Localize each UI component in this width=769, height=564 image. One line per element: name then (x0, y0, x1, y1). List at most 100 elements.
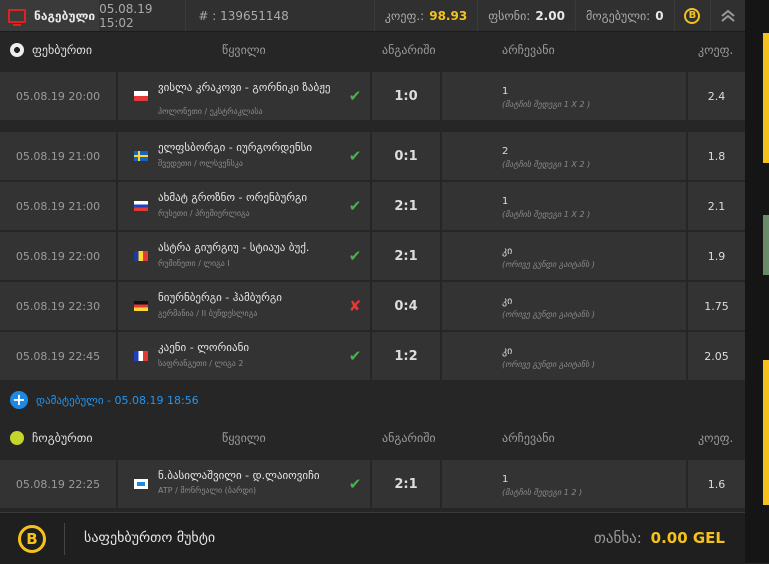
match-date: 05.08.19 20:00 (0, 72, 118, 120)
pick-market: (ორივე გუნდი გაიტანს ) (502, 310, 596, 319)
monitor-icon (8, 8, 26, 26)
lost-cross-icon: ✘ (348, 297, 362, 315)
win-label: მოგებული: (585, 8, 651, 23)
flag-poland-icon (134, 91, 148, 101)
match-date: 05.08.19 21:00 (0, 132, 118, 180)
added-bets-link[interactable]: + დამატებული - 05.08.19 18:56 (0, 380, 745, 420)
ticket-stake: ფსონი: 2.00 (478, 0, 576, 31)
promo-label: საფეხბურთო მუხტი (84, 530, 216, 546)
pick-market: (მატჩის შედეგი 1 X 2 ) (502, 160, 591, 169)
pick-market: (ორივე გუნდი გაიტანს ) (502, 360, 596, 369)
ticket-status-tab[interactable]: ნაგებული (0, 0, 100, 31)
bet-row: 05.08.19 22:00 ასტრა გიურგიუ - სტიაუა ბუ… (0, 232, 745, 281)
ticket-total: თანხა: 0.00 GEL (594, 529, 725, 547)
b-badge-icon: B (684, 7, 701, 24)
match-league: გერმანია / II ბუნდესლიგა (158, 309, 258, 318)
match-teams: ვისლა კრაკოვი - გორნიკი ზაბჟე (158, 81, 331, 94)
b-badge-icon: B (18, 525, 46, 553)
pick-odd: 1.75 (686, 282, 745, 330)
banner-stripe (763, 360, 769, 505)
pick-value: კი (502, 296, 513, 307)
pick-value: კი (502, 346, 513, 357)
match-teams: ელფსბორგი - იურგორდენსი (158, 141, 313, 154)
bet-row: 05.08.19 22:45 კაენი - ლორიანი საფრანგეთ… (0, 332, 745, 381)
col-header-pick: არჩევანი (502, 431, 555, 445)
section-header-football: ფეხბურთი წყვილი ანგარიში არჩევანი კოეფ. (0, 32, 745, 68)
added-label: დამატებული - 05.08.19 18:56 (36, 393, 199, 407)
pick-odd: 2.4 (686, 72, 745, 120)
pick-odd: 2.1 (686, 182, 745, 230)
match-teams: ასტრა გიურგიუ - სტიაუა ბუქ. (158, 241, 310, 254)
sport-label: ჩოგბურთი (0, 431, 208, 445)
ticket-datetime: 05.08.19 15:02 (99, 0, 187, 31)
pick-odd: 1.9 (686, 232, 745, 280)
banner-stripe (763, 33, 769, 163)
pick-value: 1 (502, 474, 509, 485)
match-league: რუმინეთი / ლიგა I (158, 259, 230, 268)
bet-row: 05.08.19 22:25 ნ.ბასილაშვილი - დ.ლაიოვიჩ… (0, 460, 745, 509)
match-league: ATP / მონრეალი (ბარდი) (158, 486, 257, 495)
soccer-ball-icon (10, 43, 24, 57)
match-date: 05.08.19 22:00 (0, 232, 118, 280)
won-check-icon: ✔ (348, 475, 362, 493)
match-league: პოლონეთი / ეკსტრაკლასა (158, 107, 263, 116)
flag-sweden-icon (134, 151, 148, 161)
bet-row: 05.08.19 22:30 ნიურნბერგი - ჰამბურგი გერ… (0, 282, 745, 331)
match-score: 2:1 (370, 182, 442, 230)
total-label: თანხა: (593, 529, 642, 547)
won-check-icon: ✔ (348, 147, 362, 165)
col-header-odd: კოეფ. (698, 431, 734, 445)
match-score: 1:2 (370, 332, 442, 380)
col-header-odd: კოეფ. (698, 43, 734, 57)
collapse-button[interactable] (711, 0, 745, 31)
match-league: შვედეთი / ოლსვენსკა (158, 159, 243, 168)
pick-market: (მატჩის შედეგი 1 X 2 ) (502, 210, 591, 219)
total-value: 0.00 GEL (650, 529, 725, 547)
col-header-score: ანგარიში (382, 43, 436, 57)
bet-row: 05.08.19 20:00 ვისლა კრაკოვი - გორნიკი ზ… (0, 72, 745, 121)
pick-odd: 2.05 (686, 332, 745, 380)
pick-market: (მატჩის შედეგი 1 X 2 ) (502, 100, 591, 109)
match-score: 2:1 (370, 460, 442, 508)
match-date: 05.08.19 21:00 (0, 182, 118, 230)
stake-value: 2.00 (535, 8, 565, 23)
pick-value: 1 (502, 196, 509, 207)
flag-atp-icon (134, 479, 148, 489)
col-header-score: ანგარიში (382, 431, 436, 445)
bet-row: 05.08.19 21:00 ახმატ გროზნო - ორენბურგი … (0, 182, 745, 231)
pick-value: 2 (502, 146, 509, 157)
pick-value: კი (502, 246, 513, 257)
win-value: 0 (655, 8, 664, 23)
tennis-ball-icon (10, 431, 24, 445)
match-date: 05.08.19 22:25 (0, 460, 118, 508)
match-date: 05.08.19 22:30 (0, 282, 118, 330)
section-header-tennis: ჩოგბურთი წყვილი ანგარიში არჩევანი კოეფ. (0, 420, 745, 456)
col-header-match: წყვილი (222, 431, 266, 445)
ticket-header: ნაგებული 05.08.19 15:02 # : 139651148 კო… (0, 0, 745, 32)
col-header-pick: არჩევანი (502, 43, 555, 57)
match-league: საფრანგეთი / ლიგა 2 (158, 359, 244, 368)
won-check-icon: ✔ (348, 87, 362, 105)
ticket-win: მოგებული: 0 (576, 0, 675, 31)
ticket-footer: B საფეხბურთო მუხტი თანხა: 0.00 GEL (0, 512, 745, 564)
bet-row: 05.08.19 21:00 ელფსბორგი - იურგორდენსი შ… (0, 132, 745, 181)
match-score: 0:1 (370, 132, 442, 180)
match-score: 1:0 (370, 72, 442, 120)
flag-romania-icon (134, 251, 148, 261)
ticket-id: # : 139651148 (186, 0, 375, 31)
divider (64, 523, 65, 555)
flag-germany-icon (134, 301, 148, 311)
coef-label: კოეფ.: (384, 8, 425, 23)
ticket-status-label: ნაგებული (34, 8, 96, 23)
sport-name: ფეხბურთი (32, 43, 93, 57)
col-header-match: წყვილი (222, 43, 266, 57)
match-teams: კაენი - ლორიანი (158, 341, 250, 354)
match-teams: ახმატ გროზნო - ორენბურგი (158, 191, 308, 204)
pick-odd: 1.6 (686, 460, 745, 508)
won-check-icon: ✔ (348, 197, 362, 215)
pick-odd: 1.8 (686, 132, 745, 180)
sport-name: ჩოგბურთი (32, 431, 93, 445)
side-banner (745, 0, 769, 563)
won-check-icon: ✔ (348, 247, 362, 265)
stake-label: ფსონი: (488, 8, 531, 23)
